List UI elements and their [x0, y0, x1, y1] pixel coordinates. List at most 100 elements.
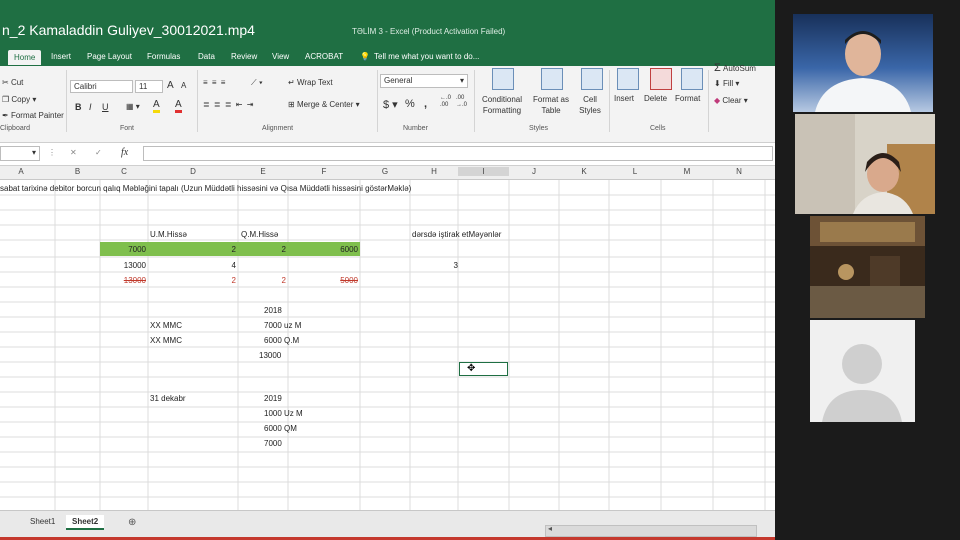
tab-home[interactable]: Home	[8, 50, 42, 65]
percent-button[interactable]: %	[405, 98, 415, 110]
increase-decimal-button[interactable]: ←.0 .00	[440, 95, 452, 109]
title-bar: n_2 Kamaladdin Guliyev_30012021.mp4 TƏLİ…	[0, 0, 775, 48]
cell-d[interactable]: 2	[148, 276, 236, 285]
format-button[interactable]: Format	[675, 94, 700, 103]
align-icons[interactable]: ≣ ≣ ≣ ⇤ ⇥	[203, 100, 254, 109]
dots-icon: ⋮	[48, 148, 56, 157]
tab-formulas[interactable]: Formulas	[147, 52, 180, 61]
column-header[interactable]: G	[360, 167, 410, 176]
cell-6000-qm[interactable]: 6000 Q.M	[264, 336, 299, 345]
tell-me-search[interactable]: Tell me what you want to do...	[374, 52, 479, 61]
cell-h[interactable]: 3	[410, 261, 458, 270]
cell-styles-button[interactable]: Cell Styles	[573, 94, 607, 116]
column-header[interactable]: B	[55, 167, 100, 176]
cell-c[interactable]: 7000	[100, 245, 146, 254]
column-header[interactable]: K	[559, 167, 609, 176]
conditional-formatting-icon	[492, 68, 514, 90]
column-header[interactable]: N	[713, 167, 765, 176]
cell-e[interactable]: 2	[238, 276, 286, 285]
italic-button[interactable]: I	[89, 102, 92, 112]
cell-xx-mmc[interactable]: XX MMC	[150, 321, 182, 330]
cell-2018[interactable]: 2018	[264, 306, 282, 315]
cell-d[interactable]: 4	[148, 261, 236, 270]
cell-derse[interactable]: dərsdə iştirak etMəyənlər	[412, 230, 501, 239]
borders-icon[interactable]: ▦ ▾	[126, 102, 140, 111]
font-size-box[interactable]: 11	[135, 80, 163, 93]
column-header[interactable]: E	[238, 167, 288, 176]
cell-31-dekabr[interactable]: 31 dekabr	[150, 394, 186, 403]
currency-button[interactable]: $ ▾	[383, 98, 398, 111]
column-header[interactable]: F	[288, 167, 360, 176]
format-painter-button[interactable]: ✒ Format Painter	[2, 111, 64, 120]
wrap-text-button[interactable]: ↵ Wrap Text	[288, 78, 333, 87]
column-header[interactable]: L	[609, 167, 661, 176]
cell-13000[interactable]: 13000	[259, 351, 281, 360]
top-align-icons[interactable]: ≡ ≡ ≡	[203, 78, 226, 87]
column-header[interactable]: H	[410, 167, 458, 176]
shrink-font-button[interactable]: A	[181, 81, 186, 90]
name-box[interactable]: ▾	[0, 146, 40, 161]
fill-color-button[interactable]: A	[153, 100, 160, 113]
clear-button[interactable]: ◆ Clear ▾	[714, 96, 748, 105]
cell-e[interactable]: 2	[238, 245, 286, 254]
add-sheet-icon[interactable]: ⊕	[128, 517, 136, 528]
styles-group-label: Styles	[529, 125, 549, 132]
cell-c[interactable]: 13000	[100, 261, 146, 270]
cancel-icon[interactable]: ✕	[70, 148, 77, 157]
tab-insert[interactable]: Insert	[51, 52, 71, 61]
bold-button[interactable]: B	[75, 102, 82, 112]
column-header[interactable]: I	[458, 167, 509, 176]
tab-acrobat[interactable]: ACROBAT	[305, 52, 343, 61]
column-header[interactable]: M	[661, 167, 713, 176]
merge-center-button[interactable]: ⊞ Merge & Center ▾	[288, 100, 360, 109]
tab-data[interactable]: Data	[198, 52, 215, 61]
cell-styles-icon	[581, 68, 603, 90]
fill-button[interactable]: ⬇ Fill ▾	[714, 79, 739, 88]
autosum-button[interactable]: Σ AutoSum	[714, 62, 756, 74]
column-header[interactable]: J	[509, 167, 559, 176]
font-name-box[interactable]: Calibri	[70, 80, 133, 93]
spreadsheet-grid[interactable]: ✥ sabat tarixinə debitor borcun qalıq Mə…	[0, 180, 775, 510]
cell-7000-uz[interactable]: 7000 uz M	[264, 321, 301, 330]
sheet-tab-sheet1[interactable]: Sheet1	[24, 515, 61, 528]
tab-review[interactable]: Review	[231, 52, 257, 61]
cell-xx-mmc[interactable]: XX MMC	[150, 336, 182, 345]
decrease-decimal-button[interactable]: .00 →.0	[456, 95, 468, 109]
formula-input[interactable]	[143, 146, 773, 161]
font-color-button[interactable]: A	[175, 100, 182, 113]
cell-1000-uz[interactable]: 1000 Uz M	[264, 409, 303, 418]
column-header[interactable]: C	[100, 167, 148, 176]
cell-7000[interactable]: 7000	[264, 439, 282, 448]
horizontal-scrollbar[interactable]	[545, 525, 757, 537]
underline-button[interactable]: U	[102, 102, 109, 112]
cut-button[interactable]: ✂ Cut	[2, 78, 23, 87]
cell-d[interactable]: 2	[148, 245, 236, 254]
conditional-formatting-button[interactable]: Conditional Formatting	[478, 94, 526, 116]
orientation-icon[interactable]: ⟋ ▾	[251, 78, 263, 88]
cell-f[interactable]: 5000	[288, 276, 358, 285]
cell-heading[interactable]: sabat tarixinə debitor borcun qalıq Məbl…	[0, 184, 411, 193]
cell-2019[interactable]: 2019	[264, 394, 282, 403]
cell-c[interactable]: 13000	[100, 276, 146, 285]
enter-icon[interactable]: ✓	[95, 148, 102, 157]
cell-f[interactable]: 6000	[288, 245, 358, 254]
column-header[interactable]: D	[148, 167, 238, 176]
insert-function-button[interactable]: fx	[121, 147, 128, 158]
format-as-table-button[interactable]: Format as Table	[528, 94, 574, 116]
cell-qm-hisse[interactable]: Q.M.Hissə	[241, 230, 278, 239]
delete-button[interactable]: Delete	[644, 94, 667, 103]
insert-button[interactable]: Insert	[614, 94, 634, 103]
column-header[interactable]: A	[0, 167, 42, 176]
number-format-box[interactable]: General ▾	[380, 74, 468, 88]
scroll-left-icon[interactable]: ◂	[548, 524, 552, 533]
comma-button[interactable]: ,	[424, 98, 427, 110]
participant-video-4	[810, 320, 915, 422]
excel-window: n_2 Kamaladdin Guliyev_30012021.mp4 TƏLİ…	[0, 0, 775, 540]
cell-6000-qm[interactable]: 6000 QM	[264, 424, 297, 433]
copy-button[interactable]: ❐ Copy ▾	[2, 95, 36, 104]
sheet-tab-sheet2[interactable]: Sheet2	[66, 515, 105, 530]
cell-um-hisse[interactable]: U.M.Hissə	[150, 230, 187, 239]
grow-font-button[interactable]: A	[167, 80, 174, 91]
tab-view[interactable]: View	[272, 52, 289, 61]
tab-page-layout[interactable]: Page Layout	[87, 52, 132, 61]
